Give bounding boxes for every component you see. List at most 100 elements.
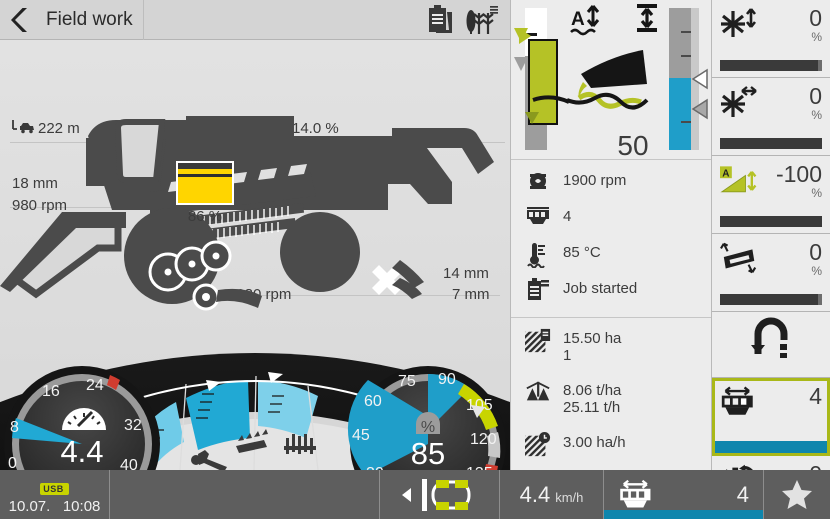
grain-tank-marker xyxy=(178,174,232,177)
area-counter-icon xyxy=(525,328,551,354)
reel-height-value: 0 xyxy=(809,5,822,31)
machine-overview-cell[interactable] xyxy=(380,470,500,519)
usb-badge: USB xyxy=(40,483,69,495)
sieve-width-icon xyxy=(720,384,760,420)
bottom-speed-value: 4.4 xyxy=(519,481,551,507)
bottom-speed-unit: km/h xyxy=(555,490,584,505)
center-info-pane: A 50 1900 rpm 4 85 °C Job started 15.50 … xyxy=(510,0,712,470)
header-tilt-value-block: 0 % xyxy=(809,240,822,278)
reel-position-bar xyxy=(720,138,822,149)
clock-cell[interactable]: USB 10.07. 10:08 xyxy=(0,470,110,519)
header-angle-bar xyxy=(720,216,822,227)
coolant-temp-icon xyxy=(525,242,551,268)
sieve-width-value-block: 4 xyxy=(809,384,822,408)
sidebar-item-sieve-width[interactable]: 4 xyxy=(712,378,830,456)
bar-tip xyxy=(818,60,822,71)
speed-cell[interactable]: 4.4 km/h xyxy=(500,470,604,519)
clipboard-button[interactable] xyxy=(428,4,454,35)
header-bar: Field work xyxy=(0,0,510,40)
combine-silhouette xyxy=(0,116,494,311)
crop-select-button[interactable] xyxy=(464,5,498,35)
sidebar-item-header-tilt[interactable]: 0 % xyxy=(712,234,830,312)
bottom-counter-value: 4 xyxy=(736,481,749,507)
sidebar-item-header-angle[interactable]: A -100 % xyxy=(712,156,830,234)
header-divider xyxy=(142,0,428,40)
reel-height-value-block: 0 % xyxy=(809,6,822,44)
sidebar-item-reel-height[interactable]: 0 % xyxy=(712,0,830,78)
reel-position-value-block: 0 % xyxy=(809,84,822,122)
job-status-value: Job started xyxy=(563,280,638,297)
gear-value: 4 xyxy=(563,208,572,225)
reel-height-unit: % xyxy=(811,30,822,44)
bottom-counter-bar xyxy=(604,510,763,519)
u-turn-icon xyxy=(720,317,822,358)
engine-speed-value: 1900 rpm xyxy=(563,172,627,189)
load-tick-75: 75 xyxy=(398,373,416,390)
header-angle-value: -100 xyxy=(775,161,822,187)
auto-letter: A xyxy=(571,9,585,30)
engine-data-panel: 1900 rpm 4 85 °C Job started xyxy=(511,160,711,318)
left-arrow-icon xyxy=(401,487,411,502)
load-tick-60: 60 xyxy=(364,393,382,410)
header-height-value: 50 xyxy=(617,130,648,160)
grain-tank-value: 86 % xyxy=(187,208,223,225)
header-height-panel[interactable]: A 50 xyxy=(511,0,711,160)
job-icon xyxy=(525,278,551,302)
star-icon xyxy=(782,479,812,509)
gearbox-icon xyxy=(525,206,551,226)
crop-list-icon xyxy=(466,5,498,34)
reel-position-icon xyxy=(720,84,760,120)
speed-tick-0: 0 xyxy=(8,455,17,470)
sidebar-item-turn-return[interactable] xyxy=(712,312,830,378)
combine-terminal-screen: Field work 222 m 14.0 % 18 mm 980 rpm 10… xyxy=(0,0,830,519)
time-value: 10:08 xyxy=(62,498,101,515)
load-tick-45: 45 xyxy=(352,427,370,444)
yield-scale-icon xyxy=(525,380,551,404)
sieve-width-cell[interactable]: 4 xyxy=(604,470,764,519)
favourites-button[interactable] xyxy=(764,470,830,519)
sidebar-item-reel-position[interactable]: 0 % xyxy=(712,78,830,156)
sieve-width-bar xyxy=(715,441,827,453)
clipboard-icon xyxy=(429,4,452,33)
gauge-cluster-svg: 0 8 16 24 32 40 4.4 45 60 75 90 105 120 … xyxy=(0,353,510,470)
header-height-graphic: A 50 xyxy=(514,4,708,160)
yield-per-hour: 25.11 t/h xyxy=(563,399,621,416)
area-total: 15.50 ha xyxy=(563,330,622,347)
load-tick-120: 120 xyxy=(470,431,497,448)
reel-height-bar xyxy=(720,60,822,71)
chevron-left-icon xyxy=(11,7,27,32)
yield-per-ha: 8.06 t/ha xyxy=(563,382,622,399)
function-sidebar: 0 % 0 % A -100 % 0 % 4 xyxy=(712,0,830,519)
area-counter-value: 15.50 ha 1 xyxy=(563,328,621,364)
percent-icon: % xyxy=(416,412,440,436)
svg-text:%: % xyxy=(421,419,435,436)
header-tilt-bar xyxy=(720,294,822,305)
svg-text:A: A xyxy=(722,168,729,179)
header-tilt-unit: % xyxy=(811,264,822,278)
sieve-width-value: 4 xyxy=(809,383,822,409)
height-adjust-icon xyxy=(637,4,657,32)
machine-overview-pane[interactable]: 222 m 14.0 % 18 mm 980 rpm 1030 rpm 14 m… xyxy=(0,40,510,470)
area-counter-index: 1 xyxy=(563,347,572,364)
status-blank-cell xyxy=(110,470,380,519)
speed-value: 4.4 xyxy=(60,434,103,469)
back-button[interactable] xyxy=(0,0,40,40)
load-value: 85 xyxy=(411,436,445,470)
yield-values: 8.06 t/ha 25.11 t/h xyxy=(563,380,621,416)
gear-row: 4 xyxy=(511,206,711,242)
speed-tick-24: 24 xyxy=(86,377,104,394)
yield-row: 8.06 t/ha 25.11 t/h xyxy=(511,380,711,432)
area-rate-row: 3.00 ha/h xyxy=(511,432,711,468)
status-bar: USB 10.07. 10:08 4.4 km/h 4 xyxy=(0,470,830,519)
speed-tick-40: 40 xyxy=(120,457,138,470)
coolant-temp-value: 85 °C xyxy=(563,244,601,261)
speed-tick-16: 16 xyxy=(42,383,60,400)
engine-icon xyxy=(525,170,551,192)
engine-speed-row: 1900 rpm xyxy=(511,170,711,206)
area-counter-row: 15.50 ha 1 xyxy=(511,328,711,380)
header-tilt-icon xyxy=(720,240,760,276)
speed-tick-32: 32 xyxy=(124,417,142,434)
reel-height-icon xyxy=(720,6,760,42)
job-status-row: Job started xyxy=(511,278,711,314)
header-tilt-value: 0 xyxy=(809,239,822,265)
